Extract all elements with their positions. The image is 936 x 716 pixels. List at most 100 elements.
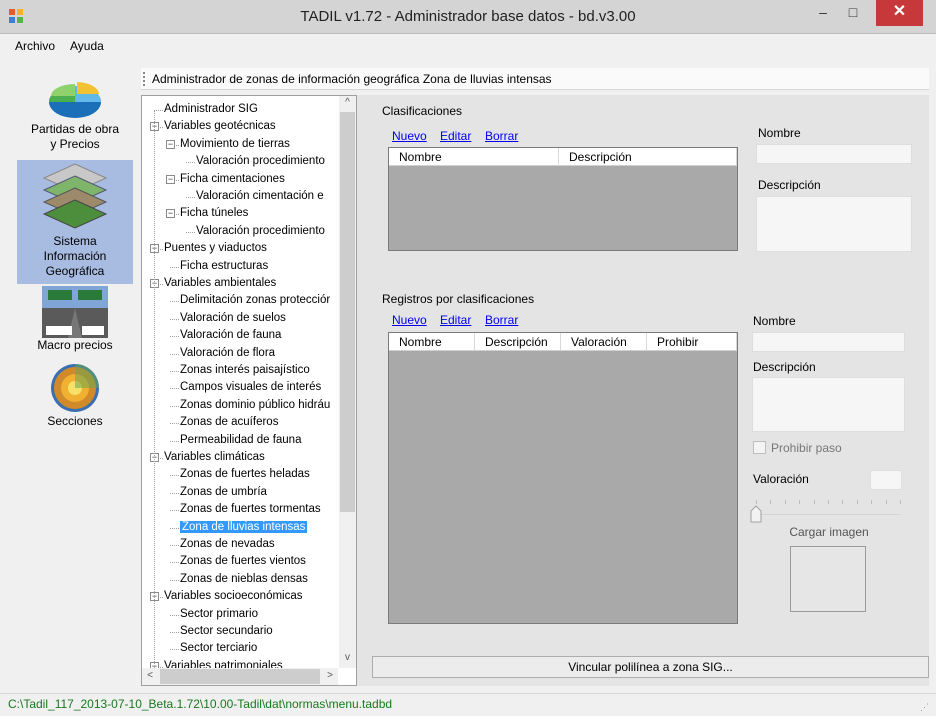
nav-macro-precios[interactable]: Macro precios — [17, 286, 133, 358]
records-grid[interactable]: Nombre Descripción Valoración Prohibir — [388, 332, 738, 624]
slider-tick — [784, 500, 786, 504]
column-header-prohibir[interactable]: Prohibir — [647, 333, 737, 351]
tree-scroll-thumb[interactable] — [340, 112, 355, 512]
tree-item-label: Valoración procedimiento — [196, 224, 325, 237]
valuation-field[interactable] — [870, 470, 902, 490]
tree-item[interactable]: Campos visuales de interés — [180, 379, 321, 396]
tree-item[interactable]: Variables ambientales — [164, 275, 276, 292]
window-title: TADIL v1.72 - Administrador base datos -… — [300, 8, 636, 25]
tree-item[interactable]: Ficha cimentaciones — [180, 171, 285, 188]
close-button[interactable]: ✕ — [876, 0, 923, 26]
classifications-edit-link[interactable]: Editar — [440, 129, 471, 143]
tree-item-label: Zona de lluvias intensas — [180, 520, 308, 533]
header-title: Administrador de zonas de información ge… — [152, 72, 552, 86]
tree-item[interactable]: Zonas interés paisajístico — [180, 362, 310, 379]
scroll-left-icon[interactable]: < — [144, 670, 156, 684]
load-image-button[interactable]: Cargar imagen — [754, 525, 904, 543]
tree-item[interactable]: Zonas dominio público hidráu — [180, 397, 330, 414]
tree-connector — [186, 231, 195, 233]
tree-item[interactable]: Valoración cimentación e — [196, 188, 324, 205]
tree-item[interactable]: Variables climáticas — [164, 449, 265, 466]
tree-item[interactable]: Valoración de fauna — [180, 327, 281, 344]
classifications-grid[interactable]: Nombre Descripción — [388, 147, 738, 251]
link-polyline-button[interactable]: Vincular polilínea a zona SIG... — [372, 656, 929, 678]
classifications-delete-link[interactable]: Borrar — [485, 129, 518, 143]
slider-tick — [871, 500, 873, 504]
scroll-right-icon[interactable]: > — [324, 670, 336, 684]
tree-item-label: Ficha túneles — [180, 207, 249, 220]
prohibit-checkbox[interactable] — [753, 441, 766, 454]
tree-item[interactable]: Valoración procedimiento — [196, 223, 325, 240]
tree-item[interactable]: Delimitación zonas protecciór — [180, 292, 330, 309]
records-delete-link[interactable]: Borrar — [485, 313, 518, 327]
tree-item-label: Ficha cimentaciones — [180, 172, 285, 185]
tree-item[interactable]: Variables socioeconómicas — [164, 588, 303, 605]
classifications-new-link[interactable]: Nuevo — [392, 129, 427, 143]
tree-connector — [170, 475, 179, 477]
tree-item[interactable]: Zonas de acuíferos — [180, 414, 278, 431]
records-new-link[interactable]: Nuevo — [392, 313, 427, 327]
tree-item-label: Valoración de suelos — [180, 311, 286, 324]
classification-name-field[interactable] — [756, 144, 912, 164]
tree-item[interactable]: Zonas de fuertes heladas — [180, 466, 310, 483]
tree-item[interactable]: Ficha estructuras — [180, 258, 268, 275]
tree-item[interactable]: Valoración de flora — [180, 345, 275, 362]
tree-item-label: Valoración procedimiento — [196, 155, 325, 168]
tree-item[interactable]: Sector primario — [180, 606, 258, 623]
tree-item-label: Campos visuales de interés — [180, 381, 322, 394]
tree-hscroll-thumb[interactable] — [160, 669, 320, 684]
tree-item[interactable]: Zona de lluvias intensas — [180, 519, 308, 536]
record-name-field[interactable] — [752, 332, 905, 352]
tree-item[interactable]: Ficha túneles — [180, 205, 248, 222]
tree-connector — [170, 440, 179, 442]
tree-connector — [170, 318, 179, 320]
nav-partidas-de-obra[interactable]: Partidas de obra y Precios — [17, 74, 133, 160]
tree-item[interactable]: Puentes y viaductos — [164, 240, 267, 257]
tree-item[interactable]: Administrador SIG — [164, 101, 258, 118]
nav-sistema-informacion-geografica[interactable]: Sistema Información Geográfica — [17, 160, 133, 284]
tree-item-label: Zonas de nevadas — [180, 538, 275, 550]
tree-item-label: Sector secundario — [180, 625, 273, 637]
tree-collapse-icon[interactable]: − — [166, 139, 175, 149]
tree-item[interactable]: Zonas de nieblas densas — [180, 571, 308, 588]
tree-item-label: Zonas de nieblas densas — [180, 572, 308, 585]
classification-description-field[interactable] — [756, 196, 912, 252]
tree-item[interactable]: Sector secundario — [180, 623, 273, 640]
pie-chart-icon — [49, 82, 101, 118]
record-description-field[interactable] — [752, 377, 905, 432]
tree-item[interactable]: Permeabilidad de fauna — [180, 432, 301, 449]
tree-item[interactable]: Sector terciario — [180, 640, 257, 657]
tree-item[interactable]: Movimiento de tierras — [180, 136, 290, 153]
column-header-valoracion[interactable]: Valoración — [561, 333, 647, 351]
header-grip — [143, 72, 147, 86]
minimize-button[interactable]: – — [808, 0, 838, 26]
tree-collapse-icon[interactable]: − — [166, 209, 175, 219]
tree-item[interactable]: Zonas de fuertes tormentas — [180, 501, 321, 518]
column-header-descripcion[interactable]: Descripción — [559, 148, 737, 166]
nav-secciones[interactable]: Secciones — [17, 362, 133, 434]
records-edit-link[interactable]: Editar — [440, 313, 471, 327]
tree-item[interactable]: Zonas de nevadas — [180, 536, 275, 553]
menu-archivo[interactable]: Archivo — [15, 37, 55, 55]
tree-connector — [170, 266, 179, 268]
tree-item[interactable]: Zonas de fuertes vientos — [180, 553, 306, 570]
column-header-descripcion[interactable]: Descripción — [475, 333, 561, 351]
maximize-button[interactable]: □ — [838, 0, 868, 26]
tree-collapse-icon[interactable]: − — [166, 174, 175, 184]
menu-ayuda[interactable]: Ayuda — [70, 37, 104, 55]
tree-item[interactable]: Variables geotécnicas — [164, 118, 276, 135]
tree-item-label: Zonas de fuertes tormentas — [180, 503, 321, 516]
tree-item[interactable]: Zonas de umbría — [180, 484, 267, 501]
classification-name-label: Nombre — [758, 126, 801, 140]
valuation-slider-thumb[interactable] — [750, 505, 762, 523]
nav-label: Macro precios — [37, 338, 113, 352]
tree-item[interactable]: Valoración procedimiento — [196, 153, 325, 170]
scroll-up-icon[interactable]: ^ — [340, 97, 355, 111]
tree-item[interactable]: Valoración de suelos — [180, 310, 286, 327]
scroll-down-icon[interactable]: v — [340, 652, 355, 666]
resize-grip-icon[interactable]: ⋰ — [920, 702, 932, 714]
grid-header: Nombre Descripción — [389, 148, 737, 166]
column-header-nombre[interactable]: Nombre — [389, 333, 475, 351]
column-header-nombre[interactable]: Nombre — [389, 148, 559, 166]
record-name-label: Nombre — [753, 314, 796, 328]
